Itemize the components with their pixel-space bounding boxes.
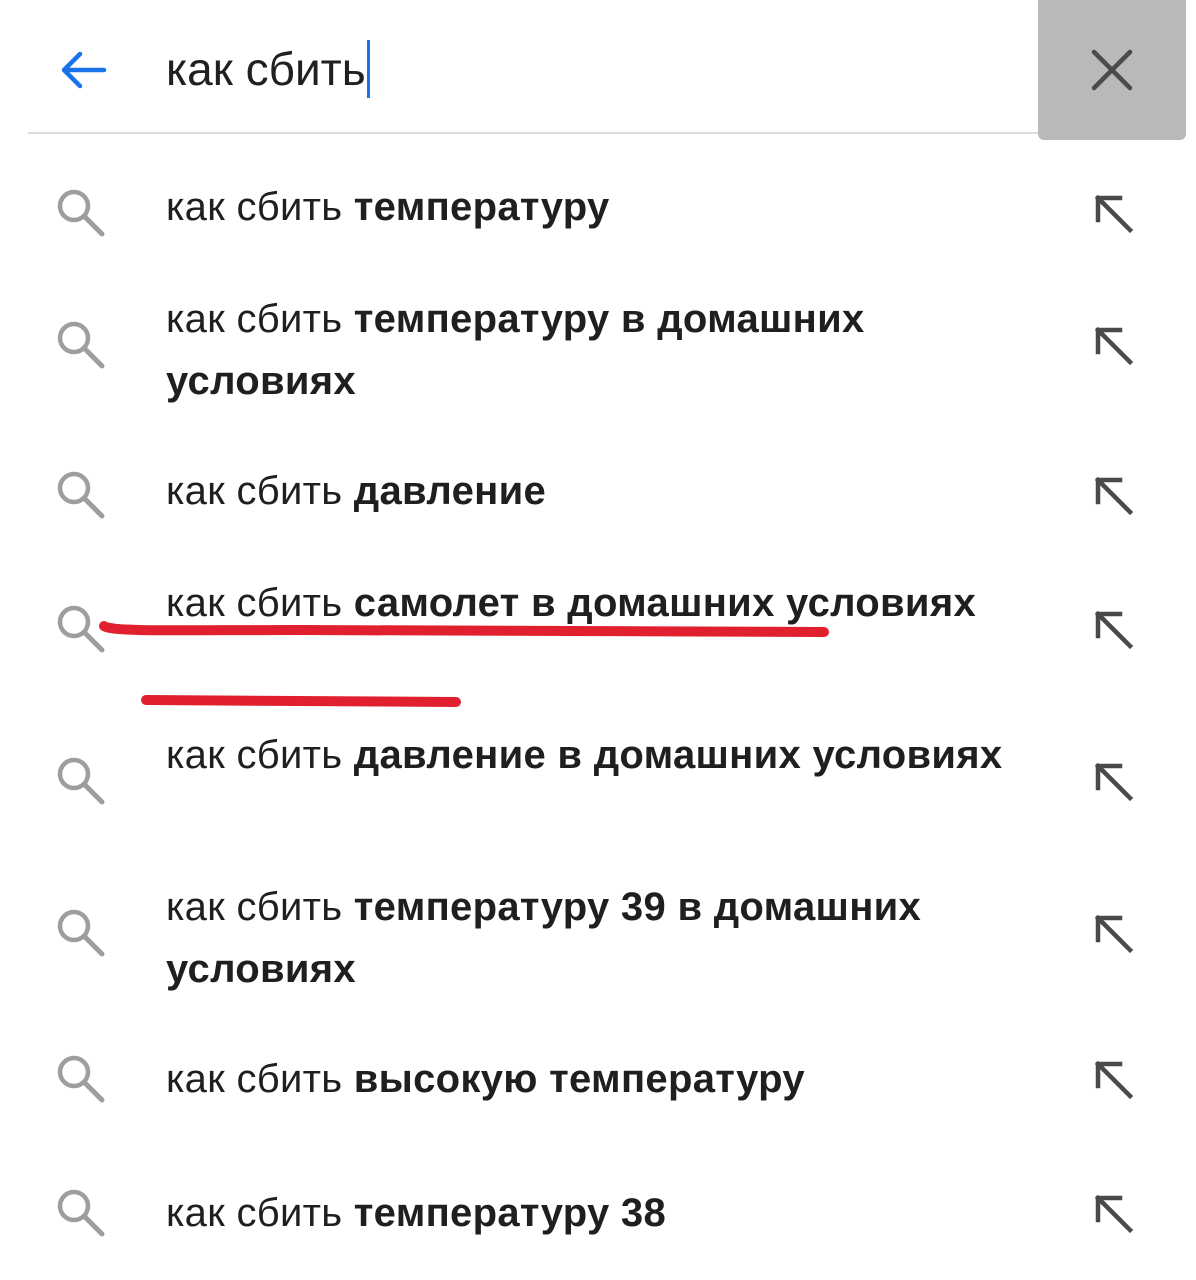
suggestion-completion: самолет в домашних условиях xyxy=(353,581,977,625)
search-input[interactable]: как сбить xyxy=(166,34,370,104)
suggestion-completion: высокую температуру xyxy=(353,1057,805,1101)
suggestion-completion: температуру xyxy=(353,185,610,229)
suggestion-prefix: как сбить xyxy=(166,297,343,341)
arrow-up-left-icon[interactable] xyxy=(1086,602,1142,658)
suggestion-item[interactable]: как сбить температуру xyxy=(0,176,1196,286)
search-icon xyxy=(54,186,110,242)
suggestion-prefix: как сбить xyxy=(166,733,343,777)
suggestion-item[interactable]: как сбить давление в домашних условиях xyxy=(0,724,1196,854)
suggestion-text: как сбить самолет в домашних условиях xyxy=(166,572,1036,634)
suggestion-prefix: как сбить xyxy=(166,469,343,513)
arrow-up-left-icon[interactable] xyxy=(1086,186,1142,242)
suggestion-prefix: как сбить xyxy=(166,185,343,229)
search-divider xyxy=(28,132,1038,134)
suggestion-text: как сбить высокую температуру xyxy=(166,1048,1036,1110)
arrow-up-left-icon[interactable] xyxy=(1086,906,1142,962)
arrow-up-left-icon[interactable] xyxy=(1086,318,1142,374)
clear-button[interactable] xyxy=(1038,0,1186,140)
suggestion-item[interactable]: как сбить температуру 39 в домашних усло… xyxy=(0,876,1196,1006)
back-button[interactable] xyxy=(38,28,128,112)
search-icon xyxy=(54,602,110,658)
suggestion-item[interactable]: как сбить температуру в домашних условия… xyxy=(0,288,1196,418)
suggestion-completion: давление в домашних условиях xyxy=(353,733,1003,777)
suggestion-prefix: как сбить xyxy=(166,1191,343,1235)
suggestion-item[interactable]: как сбить высокую температуру xyxy=(0,1048,1196,1158)
search-query-text: как сбить xyxy=(166,43,366,95)
suggestion-text: как сбить температуру xyxy=(166,176,1036,238)
suggestion-text: как сбить давление xyxy=(166,460,1036,522)
suggestion-item[interactable]: как сбить температуру 38 xyxy=(0,1182,1196,1280)
arrow-left-icon xyxy=(58,50,108,90)
suggestion-text: как сбить температуру 38 xyxy=(166,1182,1036,1244)
close-icon xyxy=(1090,48,1134,92)
suggestion-prefix: как сбить xyxy=(166,1057,343,1101)
search-icon xyxy=(54,1186,110,1242)
search-icon xyxy=(54,754,110,810)
text-caret xyxy=(366,40,370,98)
search-bar: как сбить xyxy=(0,0,1196,140)
suggestion-prefix: как сбить xyxy=(166,885,343,929)
suggestion-text: как сбить давление в домашних условиях xyxy=(166,724,1036,786)
suggestion-item[interactable]: как сбить самолет в домашних условиях xyxy=(0,572,1196,702)
suggestion-completion: температуру 38 xyxy=(353,1191,667,1235)
suggestion-text: как сбить температуру 39 в домашних усло… xyxy=(166,876,1036,1000)
search-icon xyxy=(54,1052,110,1108)
arrow-up-left-icon[interactable] xyxy=(1086,1052,1142,1108)
search-icon xyxy=(54,318,110,374)
suggestion-item[interactable]: как сбить давление xyxy=(0,460,1196,570)
suggestion-completion: давление xyxy=(353,469,547,513)
page: как сбить как сбить температуру как сбит… xyxy=(0,0,1196,1280)
search-icon xyxy=(54,468,110,524)
suggestion-text: как сбить температуру в домашних условия… xyxy=(166,288,1036,412)
arrow-up-left-icon[interactable] xyxy=(1086,754,1142,810)
arrow-up-left-icon[interactable] xyxy=(1086,468,1142,524)
arrow-up-left-icon[interactable] xyxy=(1086,1186,1142,1242)
search-icon xyxy=(54,906,110,962)
suggestion-prefix: как сбить xyxy=(166,581,343,625)
